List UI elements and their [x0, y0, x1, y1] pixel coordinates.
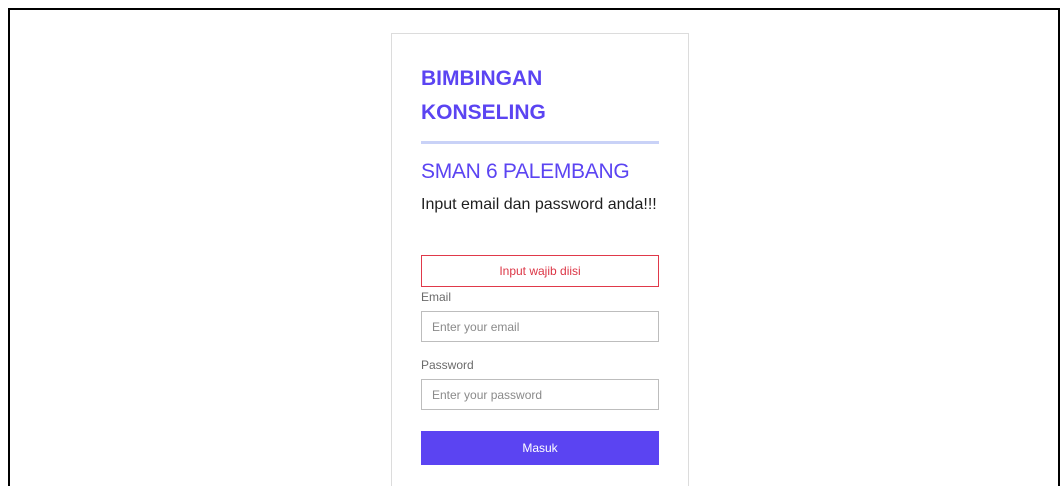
title-divider: [421, 141, 659, 144]
login-instruction: Input email dan password anda!!!: [421, 196, 657, 213]
error-alert: Input wajib diisi: [421, 255, 659, 287]
email-input[interactable]: [421, 311, 659, 342]
password-input[interactable]: [421, 379, 659, 410]
app-title: BIMBINGAN KONSELING: [421, 67, 546, 124]
email-label: Email: [421, 290, 452, 304]
password-label: Password: [421, 358, 474, 372]
school-name: SMAN 6 PALEMBANG: [421, 160, 630, 183]
login-card: BIMBINGAN KONSELING SMAN 6 PALEMBANG Inp…: [391, 33, 689, 486]
login-button[interactable]: Masuk: [421, 431, 659, 465]
